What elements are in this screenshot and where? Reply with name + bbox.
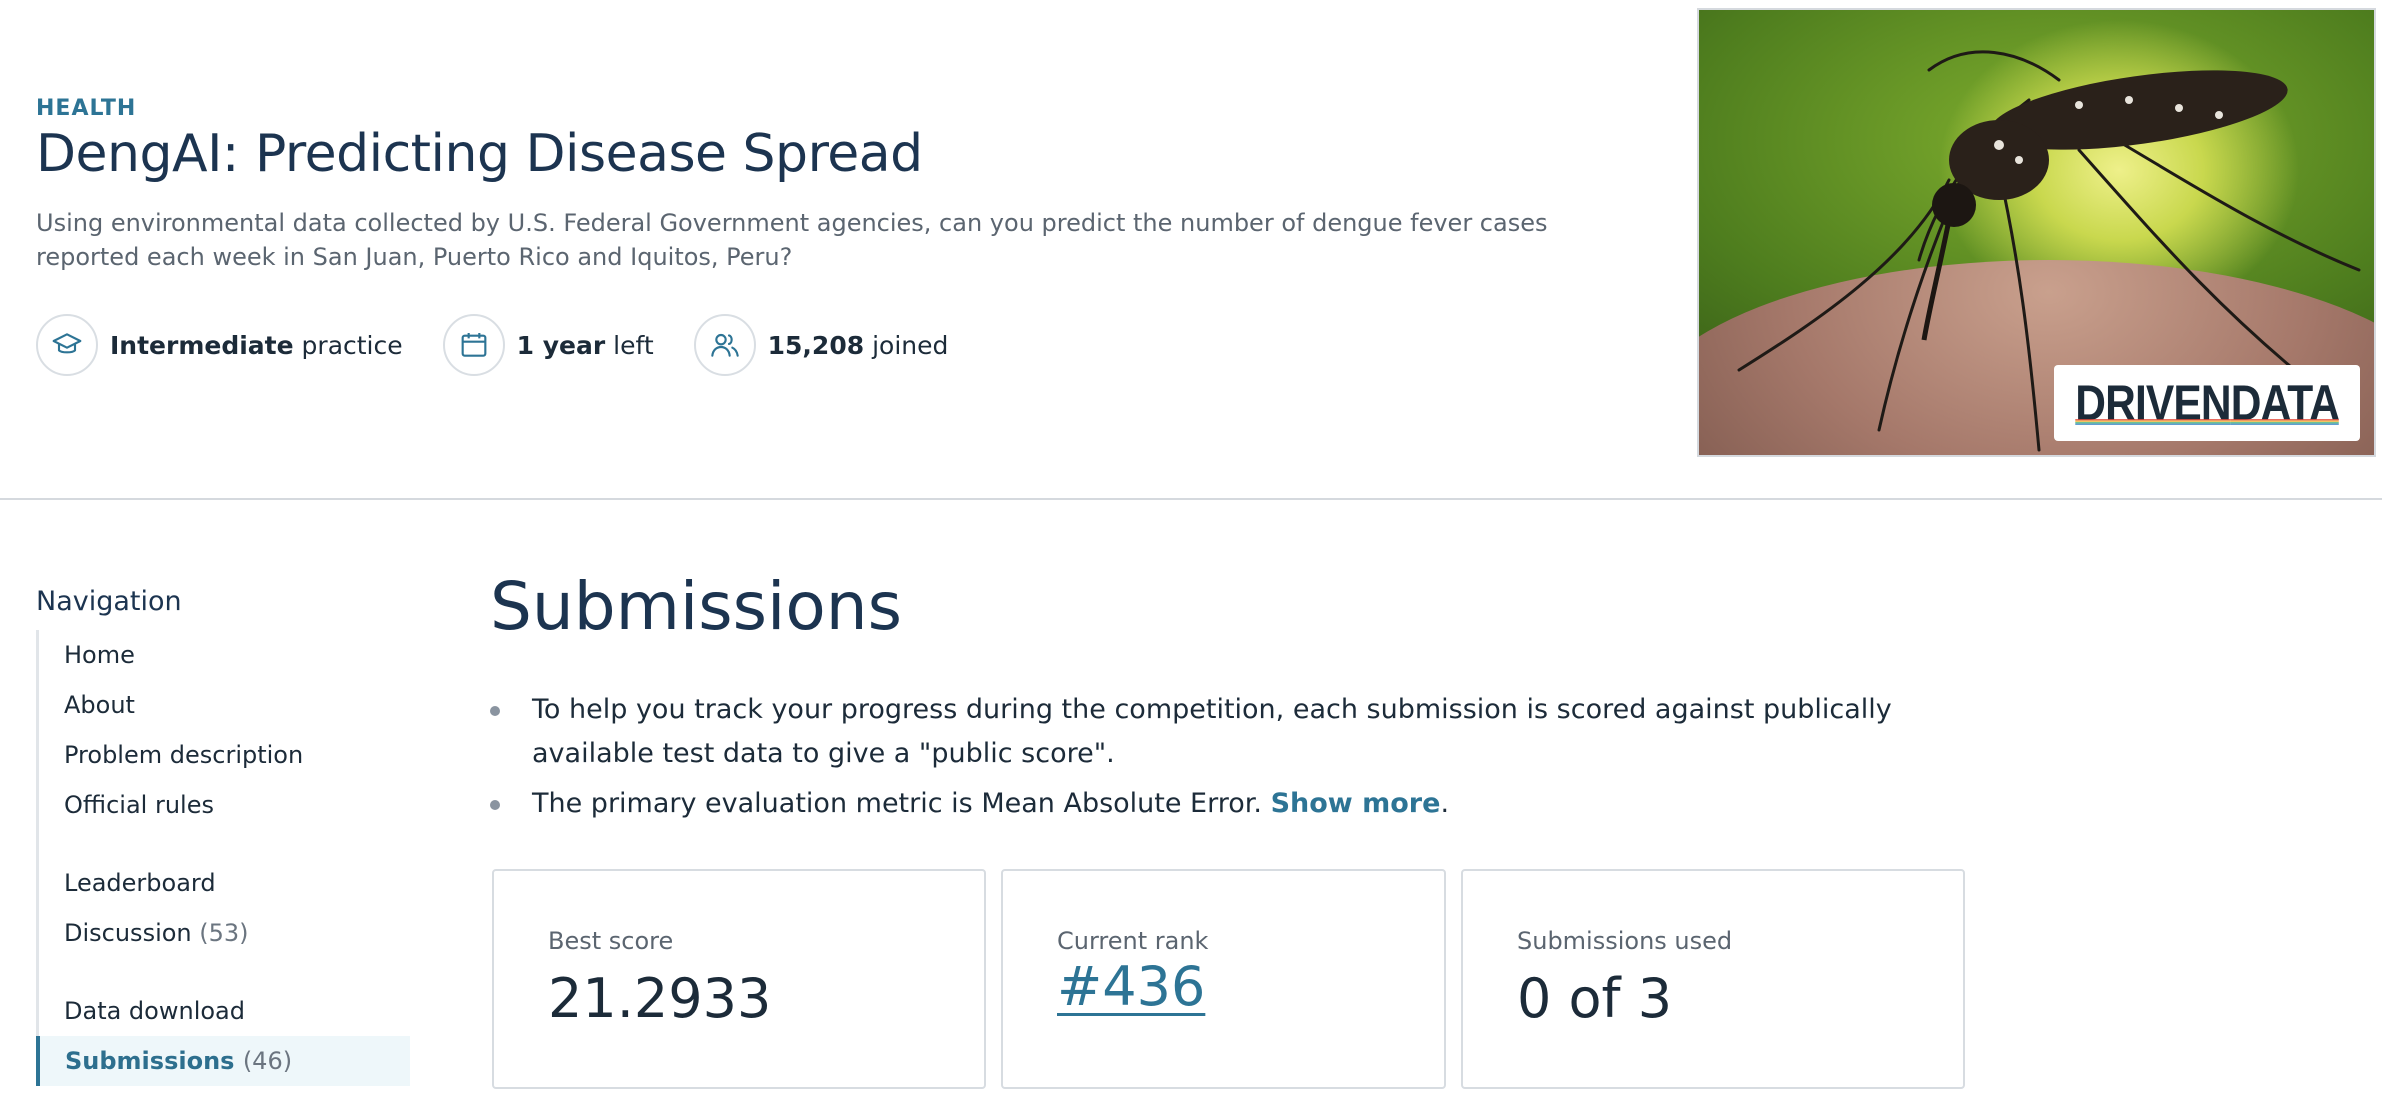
current-rank-link[interactable]: #436 xyxy=(1057,955,1205,1018)
time-left-suffix: left xyxy=(605,330,654,360)
nav-group-community: Leaderboard Discussion (53) xyxy=(36,858,410,958)
sidebar-item-about[interactable]: About xyxy=(39,680,410,730)
users-icon xyxy=(693,314,756,376)
competition-hero-image: DRIVENDATA xyxy=(1697,8,2376,457)
best-score-value: 21.2933 xyxy=(548,967,772,1030)
best-score-label: Best score xyxy=(548,927,674,955)
submissions-used-card: Submissions used 0 of 3 xyxy=(1461,869,1965,1089)
sidebar-item-discussion[interactable]: Discussion (53) xyxy=(39,908,410,958)
calendar-icon xyxy=(442,314,505,376)
difficulty-meta: Intermediate practice xyxy=(36,314,403,376)
time-left-meta: 1 year left xyxy=(442,314,654,376)
best-score-card: Best score 21.2933 xyxy=(492,869,986,1089)
list-item: To help you track your progress during t… xyxy=(490,688,1970,776)
submissions-count: (46) xyxy=(242,1047,293,1075)
competition-description: Using environmental data collected by U.… xyxy=(36,209,1548,271)
discussion-count: (53) xyxy=(199,919,249,947)
sidebar-item-official-rules[interactable]: Official rules xyxy=(39,780,410,830)
sidebar-item-leaderboard[interactable]: Leaderboard xyxy=(39,858,410,908)
current-rank-card: Current rank #436 xyxy=(1001,869,1446,1089)
sidebar-navigation: Home About Problem description Official … xyxy=(36,630,410,1086)
show-more-link[interactable]: Show more xyxy=(1271,788,1441,819)
nav-group-data: Data download Submissions (46) xyxy=(36,986,410,1086)
nav-group-overview: Home About Problem description Official … xyxy=(36,630,410,830)
submissions-used-value: 0 of 3 xyxy=(1517,967,1673,1030)
sidebar-item-submissions[interactable]: Submissions (46) xyxy=(36,1036,410,1086)
competition-category[interactable]: HEALTH xyxy=(36,96,136,121)
joined-meta: 15,208 joined xyxy=(693,314,949,376)
submissions-used-label: Submissions used xyxy=(1517,927,1733,955)
competition-title: DengAI: Predicting Disease Spread xyxy=(36,124,923,184)
drivendata-logo: DRIVENDATA xyxy=(2054,365,2360,441)
current-rank-label: Current rank xyxy=(1057,927,1209,955)
competition-header: HEALTH DengAI: Predicting Disease Spread… xyxy=(0,0,2382,500)
sidebar-item-home[interactable]: Home xyxy=(39,630,410,680)
joined-count: 15,208 xyxy=(767,330,865,360)
competition-meta: Intermediate practice 1 year left 15,208… xyxy=(36,314,988,376)
page-title: Submissions xyxy=(490,568,902,645)
submission-info-list: To help you track your progress during t… xyxy=(490,688,1970,832)
list-item: The primary evaluation metric is Mean Ab… xyxy=(490,782,1970,826)
joined-suffix: joined xyxy=(864,330,949,360)
stats-cards: Best score 21.2933 Current rank #436 Sub… xyxy=(492,869,1980,1089)
navigation-title: Navigation xyxy=(36,586,182,617)
graduation-cap-icon xyxy=(36,314,98,376)
sidebar-item-problem-description[interactable]: Problem description xyxy=(39,730,410,780)
difficulty-suffix: practice xyxy=(293,330,403,360)
sidebar-item-data-download[interactable]: Data download xyxy=(39,986,410,1036)
time-left-value: 1 year xyxy=(516,330,606,360)
difficulty-level: Intermediate xyxy=(110,330,294,360)
